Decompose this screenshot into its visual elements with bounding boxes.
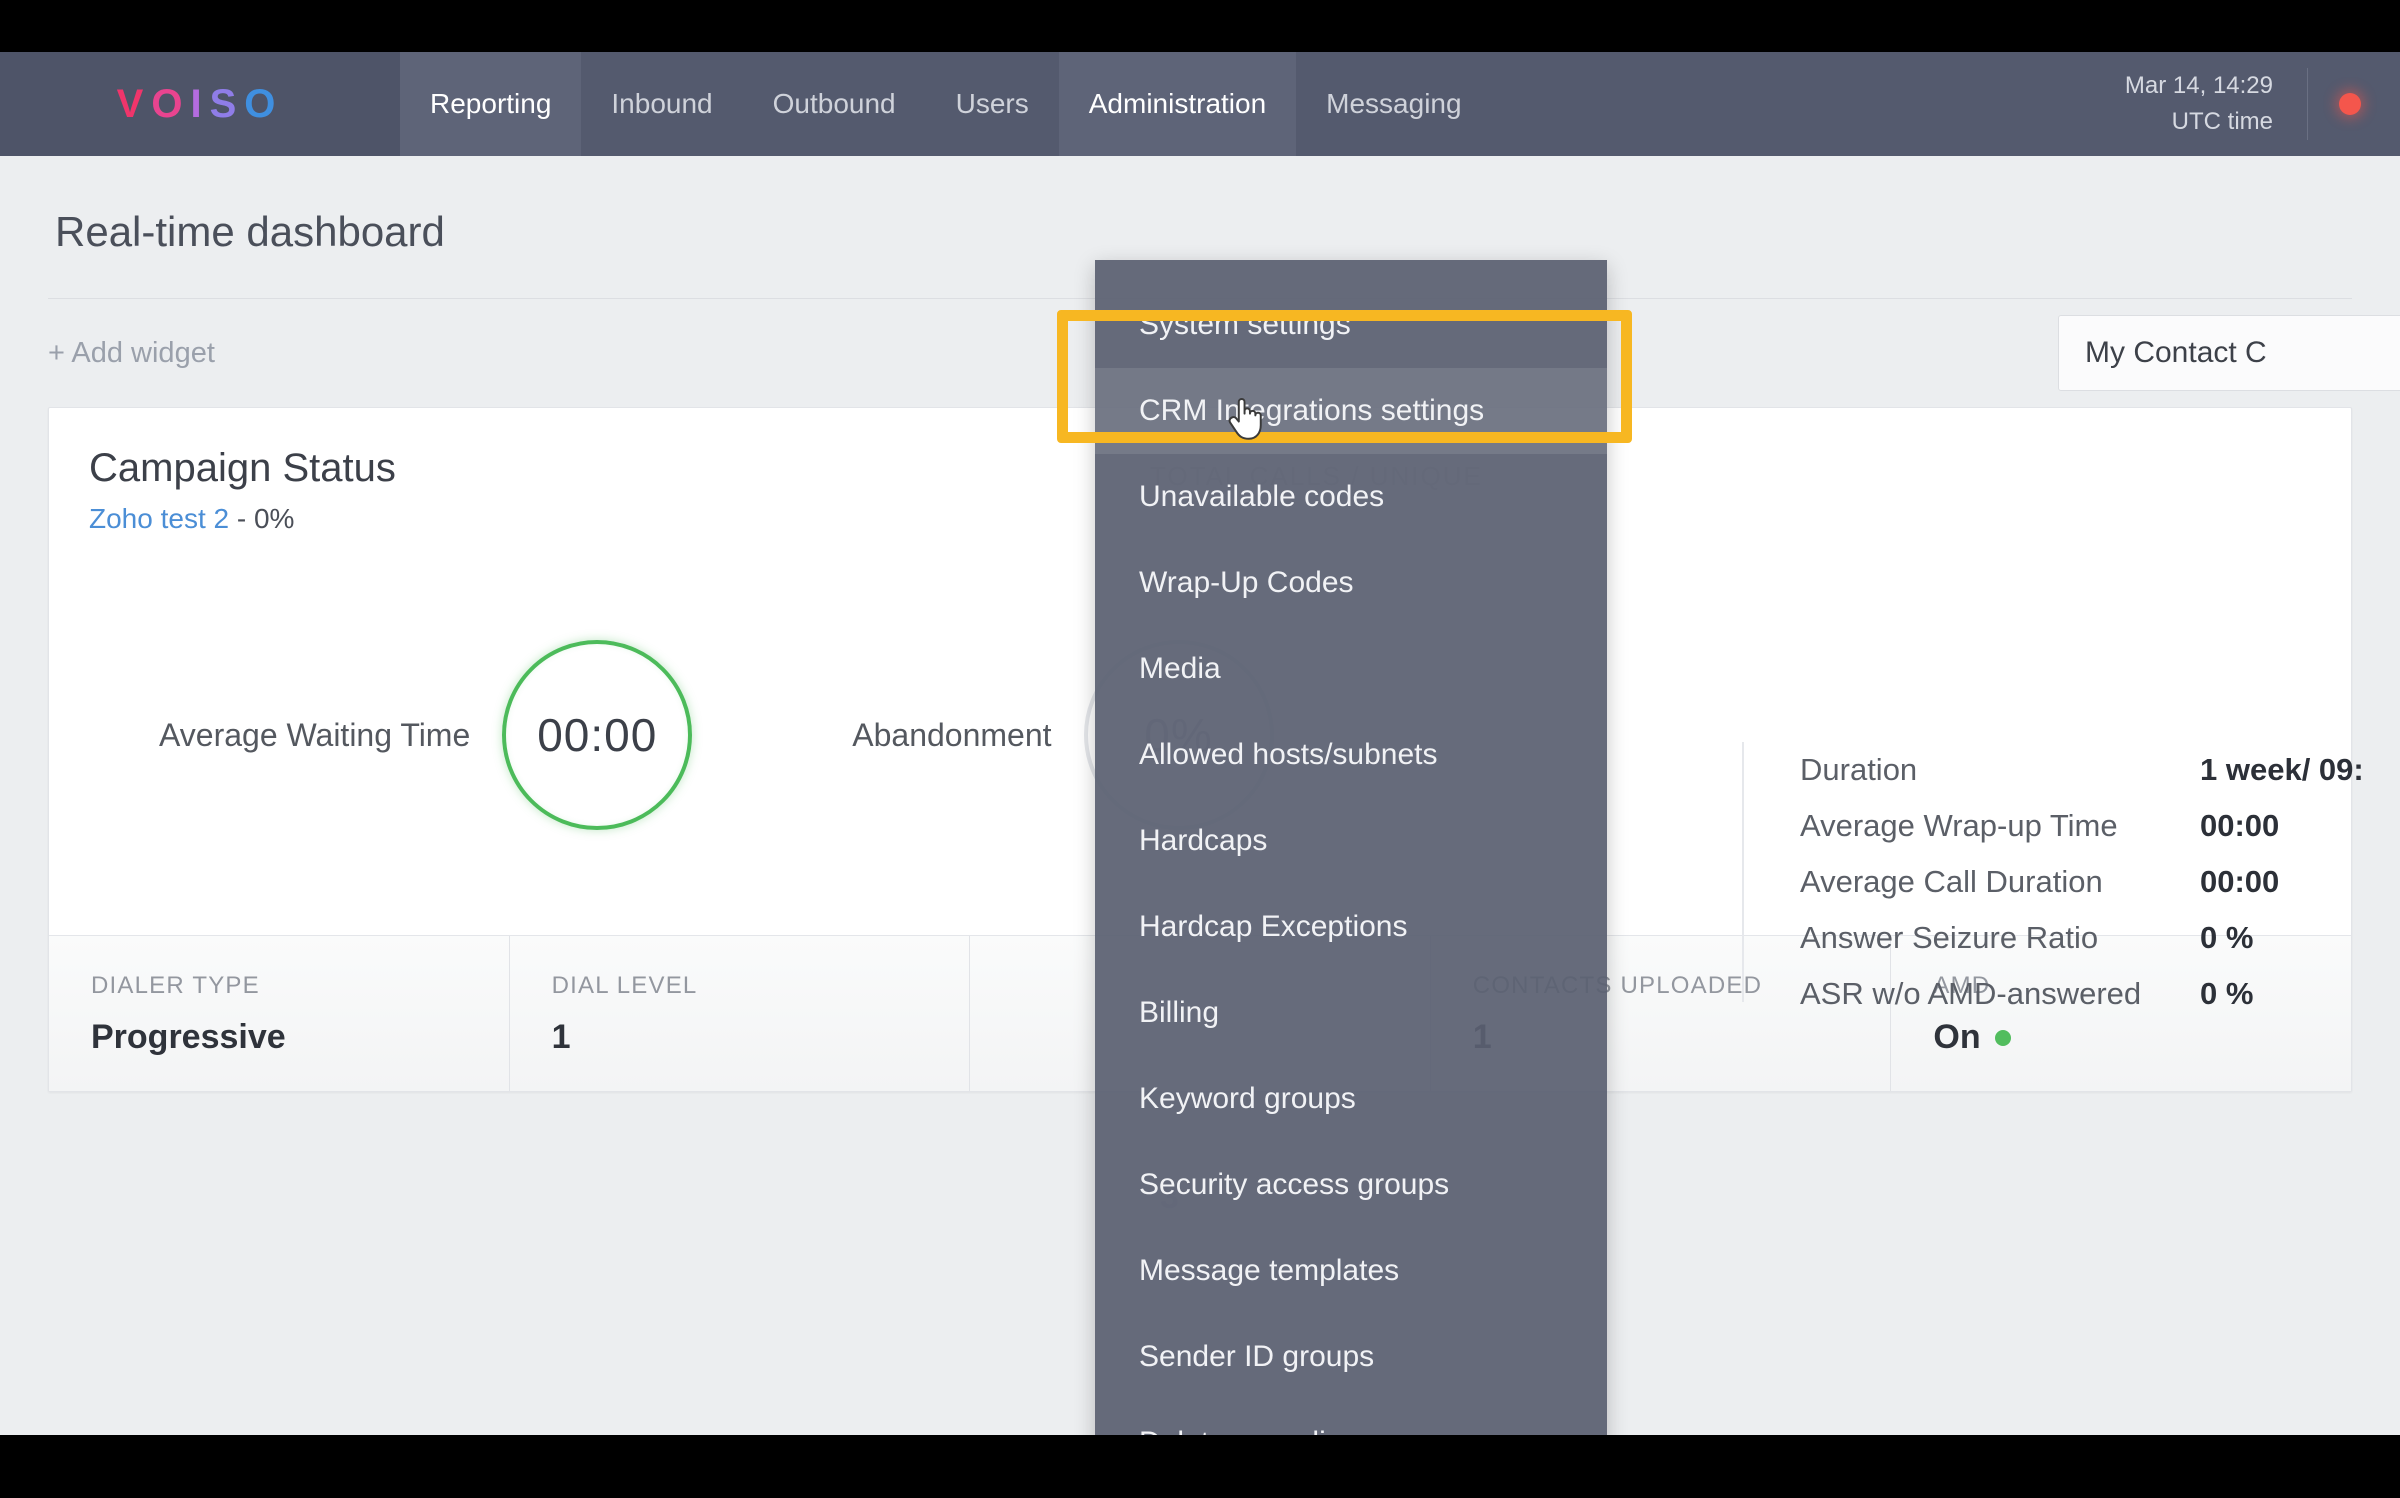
top-navigation-bar: V O I S O Reporting Inbound Outbound Use…	[0, 52, 2400, 156]
metric-value-asr-no-amd: 0 %	[2200, 976, 2254, 1011]
stat-amd-text: On	[1933, 1018, 1981, 1056]
menu-item-sender-id-groups[interactable]: Sender ID groups	[1095, 1314, 1607, 1400]
menu-item-unavailable-codes[interactable]: Unavailable codes	[1095, 454, 1607, 540]
nav-item-users[interactable]: Users	[926, 52, 1059, 156]
topbar-right-cluster: Mar 14, 14:29 UTC time	[2125, 52, 2400, 156]
nav-item-administration[interactable]: Administration	[1058, 52, 1297, 156]
main-nav: Reporting Inbound Outbound Users Adminis…	[400, 52, 1492, 156]
metric-name-asr: Answer Seizure Ratio	[1800, 920, 2099, 955]
menu-item-delete-recordings[interactable]: Delete recordings	[1095, 1400, 1607, 1435]
metric-value-duration: 1 week/ 09:	[2200, 752, 2364, 787]
clock-timezone: UTC time	[2171, 108, 2273, 135]
nav-item-inbound[interactable]: Inbound	[581, 52, 742, 156]
metric-name-call-duration: Average Call Duration	[1800, 864, 2103, 899]
metric-row: Average Wrap-up Time 00:00	[1800, 798, 2364, 854]
contact-center-select[interactable]: My Contact C	[2058, 315, 2400, 391]
gauge-average-waiting-time: Average Waiting Time 00:00	[159, 640, 693, 830]
menu-item-hardcap-exceptions[interactable]: Hardcap Exceptions	[1095, 884, 1607, 970]
stat-label-dial-level: DIAL LEVEL	[551, 972, 698, 999]
recording-status-dot-icon	[2339, 93, 2361, 115]
menu-item-billing[interactable]: Billing	[1095, 970, 1607, 1056]
menu-item-media[interactable]: Media	[1095, 626, 1607, 712]
clock-date: Mar 14, 14:29	[2124, 72, 2273, 99]
menu-item-wrap-up-codes[interactable]: Wrap-Up Codes	[1095, 540, 1607, 626]
page-title: Real-time dashboard	[55, 208, 445, 255]
stat-value-dial-level: 1	[551, 1018, 571, 1056]
metric-name-wrapup: Average Wrap-up Time	[1800, 808, 2118, 843]
stat-label-dialer-type: DIALER TYPE	[91, 972, 260, 999]
metric-row: Duration 1 week/ 09:	[1800, 742, 2364, 798]
gauge-ring-waiting: 00:00	[502, 640, 693, 830]
menu-item-hardcaps[interactable]: Hardcaps	[1095, 798, 1607, 884]
add-widget-button[interactable]: + Add widget	[48, 337, 215, 370]
metric-name-asr-no-amd: ASR w/o AMD-answered	[1800, 976, 2142, 1011]
logo-letter-o2: O	[244, 81, 284, 126]
utc-clock: Mar 14, 14:29 UTC time	[2125, 68, 2308, 140]
stat-dialer-type: DIALER TYPE Progressive	[49, 936, 510, 1091]
metric-name-duration: Duration	[1800, 752, 1918, 787]
metric-value-wrapup: 00:00	[2200, 808, 2280, 843]
nav-item-outbound[interactable]: Outbound	[743, 52, 926, 156]
menu-item-system-settings[interactable]: System settings	[1095, 282, 1607, 368]
administration-dropdown-menu: System settings CRM Integrations setting…	[1095, 260, 1607, 1435]
logo-letter-i: I	[190, 81, 210, 126]
stat-dial-level: DIAL LEVEL 1	[510, 936, 971, 1091]
logo-letter-v: V	[116, 81, 152, 126]
metric-row: Average Call Duration 00:00	[1800, 854, 2364, 910]
menu-item-security-access-groups[interactable]: Security access groups	[1095, 1142, 1607, 1228]
stat-value-amd: On	[1933, 1018, 2351, 1057]
status-indicator[interactable]	[2308, 93, 2392, 115]
menu-item-message-templates[interactable]: Message templates	[1095, 1228, 1607, 1314]
page-content: Real-time dashboard + Add widget My Cont…	[0, 156, 2400, 1435]
gauge-label-abandonment: Abandonment	[852, 716, 1052, 753]
logo-letter-o1: O	[151, 81, 191, 126]
metric-value-call-duration: 00:00	[2200, 864, 2280, 899]
metric-row: ASR w/o AMD-answered 0 %	[1800, 966, 2364, 1022]
gauge-value-waiting: 00:00	[537, 709, 658, 761]
menu-item-allowed-hosts-subnets[interactable]: Allowed hosts/subnets	[1095, 712, 1607, 798]
campaign-progress: - 0%	[229, 503, 295, 534]
metric-row: Answer Seizure Ratio 0 %	[1800, 910, 2364, 966]
screen-frame: V O I S O Reporting Inbound Outbound Use…	[0, 0, 2400, 1498]
campaign-metrics-list: Duration 1 week/ 09: Average Wrap-up Tim…	[1742, 742, 2364, 1011]
campaign-link[interactable]: Zoho test 2	[89, 503, 229, 534]
voiso-logo[interactable]: V O I S O	[0, 52, 400, 156]
logo-letter-s: S	[209, 81, 245, 126]
amd-on-dot-icon	[1994, 1029, 2011, 1046]
stat-value-dialer-type: Progressive	[91, 1018, 286, 1056]
nav-item-messaging[interactable]: Messaging	[1296, 52, 1491, 156]
menu-item-keyword-groups[interactable]: Keyword groups	[1095, 1056, 1607, 1142]
metric-value-asr: 0 %	[2200, 920, 2254, 955]
menu-item-crm-integrations-settings[interactable]: CRM Integrations settings	[1095, 368, 1607, 454]
gauge-label-waiting: Average Waiting Time	[159, 716, 471, 753]
nav-item-reporting[interactable]: Reporting	[400, 52, 582, 156]
browser-viewport: V O I S O Reporting Inbound Outbound Use…	[0, 52, 2400, 1435]
